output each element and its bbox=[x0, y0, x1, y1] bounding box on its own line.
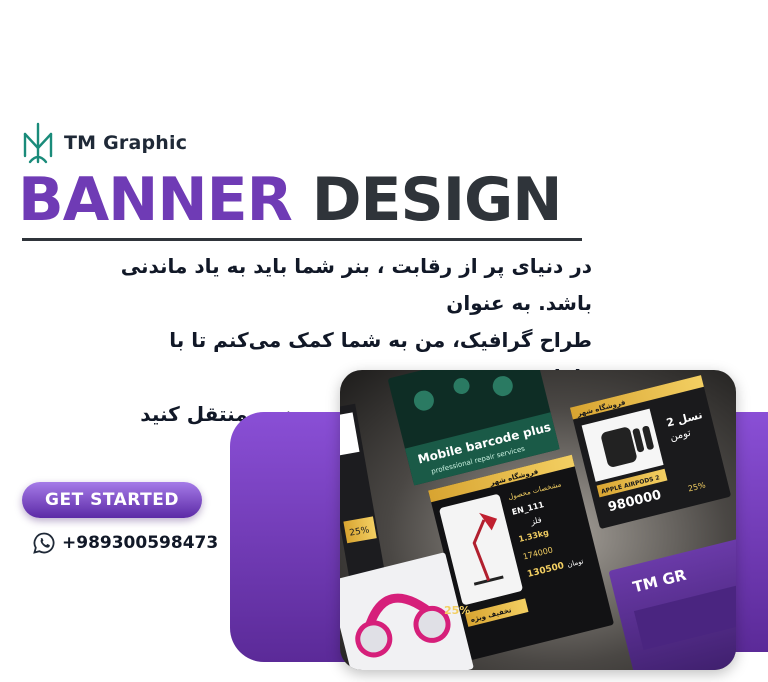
tm-monogram-icon bbox=[23, 122, 53, 164]
brand-name: TM Graphic bbox=[64, 132, 188, 154]
contact-phone[interactable]: +989300598473 bbox=[32, 531, 218, 555]
get-started-button[interactable]: GET STARTED bbox=[22, 482, 202, 518]
mockup-illustration: 25% Mobile barcode plus professional rep… bbox=[340, 370, 736, 670]
headphones-discount: 25% bbox=[444, 604, 470, 617]
description-line: در دنیای پر از رقابت ، بنر شما باید به ی… bbox=[120, 254, 592, 315]
banner-canvas: TM Graphic BANNER DESIGN در دنیای پر از … bbox=[0, 0, 768, 682]
portfolio-mockup-photo: 25% Mobile barcode plus professional rep… bbox=[340, 370, 736, 670]
headline-accent: BANNER bbox=[18, 165, 293, 235]
brand: TM Graphic bbox=[22, 122, 187, 164]
headline-underline bbox=[22, 238, 582, 241]
headline-rest: DESIGN bbox=[311, 165, 563, 235]
phone-number: +989300598473 bbox=[62, 533, 219, 553]
tm-poster: TM GR bbox=[609, 537, 736, 670]
whatsapp-icon bbox=[33, 532, 55, 554]
headline: BANNER DESIGN bbox=[18, 170, 562, 230]
airpods-poster: فروشگاه شهر نسل 2 تومن APPLE AIRPODS 2 9… bbox=[569, 375, 731, 529]
